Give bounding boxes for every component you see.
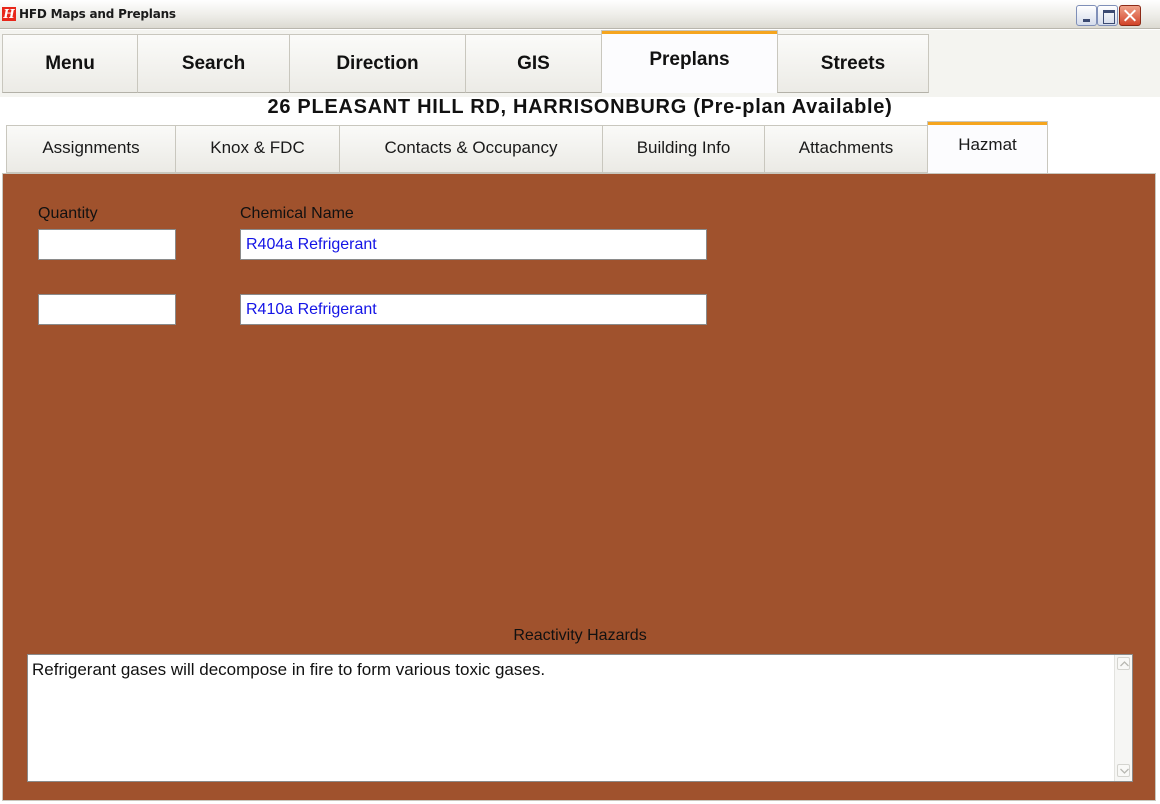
chemical-name-field[interactable]: R404a Refrigerant	[240, 229, 707, 260]
tab-preplans[interactable]: Preplans	[601, 30, 778, 93]
app-logo-icon: H	[2, 7, 16, 21]
tab-search[interactable]: Search	[137, 34, 290, 93]
minimize-button[interactable]	[1076, 5, 1097, 26]
tab-menu[interactable]: Menu	[2, 34, 138, 93]
reactivity-hazards-label: Reactivity Hazards	[513, 627, 647, 644]
tab-hazmat[interactable]: Hazmat	[927, 121, 1048, 173]
app-window: H HFD Maps and Preplans Menu Search Dire…	[0, 0, 1160, 804]
tab-direction[interactable]: Direction	[289, 34, 466, 93]
tab-assignments[interactable]: Assignments	[6, 125, 176, 173]
reactivity-hazards-text: Refrigerant gases will decompose in fire…	[32, 660, 546, 679]
chemical-name-label: Chemical Name	[240, 205, 354, 222]
scroll-up-icon[interactable]	[1117, 657, 1130, 670]
close-button[interactable]	[1119, 5, 1141, 26]
quantity-field[interactable]	[38, 229, 176, 260]
tab-building-info[interactable]: Building Info	[602, 125, 765, 173]
title-bar[interactable]: H HFD Maps and Preplans	[0, 0, 1160, 29]
window-title: HFD Maps and Preplans	[19, 7, 176, 21]
vertical-scrollbar[interactable]	[1114, 655, 1132, 781]
tab-knox-fdc[interactable]: Knox & FDC	[175, 125, 340, 173]
tab-streets[interactable]: Streets	[777, 34, 929, 93]
quantity-label: Quantity	[38, 205, 98, 222]
tab-contacts-occupancy[interactable]: Contacts & Occupancy	[339, 125, 603, 173]
maximize-button[interactable]	[1097, 5, 1118, 26]
reactivity-hazards-textarea[interactable]: Refrigerant gases will decompose in fire…	[27, 654, 1133, 782]
quantity-field[interactable]	[38, 294, 176, 325]
tab-gis[interactable]: GIS	[465, 34, 602, 93]
main-tab-bar: Menu Search Direction GIS Preplans Stree…	[0, 30, 1160, 97]
scroll-down-icon[interactable]	[1117, 764, 1130, 777]
sub-tab-bar: Assignments Knox & FDC Contacts & Occupa…	[0, 120, 1160, 173]
chemical-name-field[interactable]: R410a Refrigerant	[240, 294, 707, 325]
address-header: 26 PLEASANT HILL RD, HARRISONBURG (Pre-p…	[267, 96, 893, 118]
hazmat-panel: Quantity Chemical Name R404a Refrigerant…	[2, 173, 1156, 801]
tab-attachments[interactable]: Attachments	[764, 125, 928, 173]
